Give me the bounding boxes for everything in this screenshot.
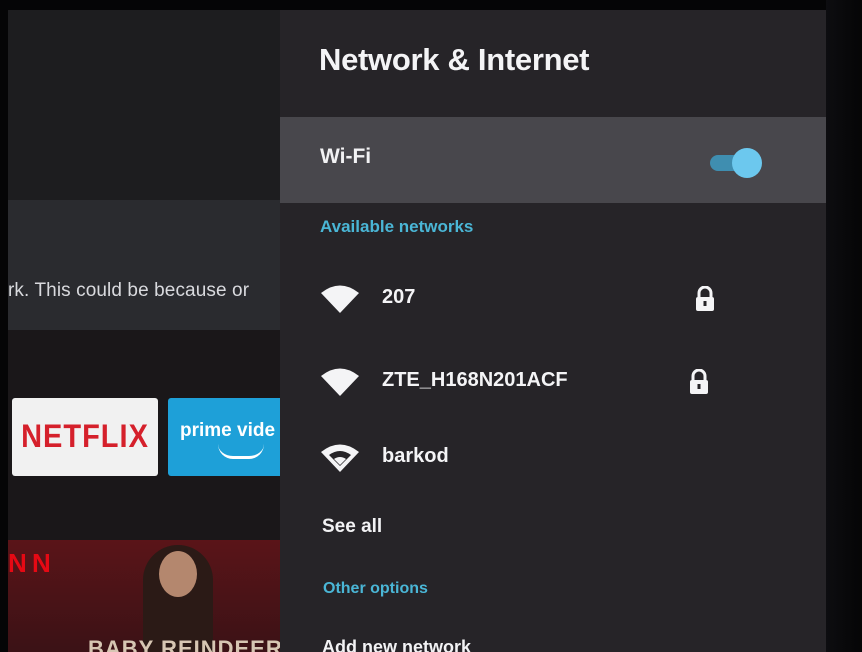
network-name: barkod xyxy=(382,445,449,467)
network-name: ZTE_H168N201ACF xyxy=(382,369,568,391)
show-poster[interactable]: N N BABY REINDEER xyxy=(8,540,308,652)
add-new-network-button[interactable]: Add new network xyxy=(322,637,471,652)
wifi-full-icon xyxy=(321,285,359,313)
prime-smile-icon xyxy=(218,444,264,459)
see-all-networks-button[interactable]: See all xyxy=(322,516,382,538)
home-notice-banner xyxy=(8,200,308,330)
wifi-label: Wi-Fi xyxy=(320,145,372,168)
wifi-toggle-switch[interactable] xyxy=(708,148,762,178)
lock-icon xyxy=(696,286,714,311)
available-networks-header: Available networks xyxy=(320,217,474,236)
page-title: Network & Internet xyxy=(319,42,590,77)
netflix-app-tile[interactable]: NETFLIX xyxy=(12,398,158,476)
wifi-full-icon xyxy=(321,368,359,396)
lock-icon xyxy=(690,369,708,394)
netflix-logo: NETFLIX xyxy=(21,418,149,455)
home-hero-area xyxy=(8,10,308,200)
tv-bezel-right xyxy=(826,0,862,652)
network-item-207[interactable]: 207 xyxy=(320,278,760,318)
netflix-n-badge: N xyxy=(8,548,27,578)
network-item-zte[interactable]: ZTE_H168N201ACF xyxy=(320,361,760,401)
other-options-header: Other options xyxy=(323,580,428,597)
home-notice-text: rk. This could be because or xyxy=(8,280,250,301)
wifi-outline-icon xyxy=(321,444,359,472)
network-item-barkod[interactable]: barkod xyxy=(320,437,760,477)
toggle-knob xyxy=(732,148,762,178)
prime-video-logo: prime vide xyxy=(180,420,276,441)
network-name: 207 xyxy=(382,286,416,308)
netflix-n-badge: N xyxy=(32,548,51,578)
tv-bezel-left xyxy=(0,0,8,652)
tv-bezel-top xyxy=(0,0,862,10)
wifi-toggle-row[interactable]: Wi-Fi xyxy=(280,117,826,203)
poster-title: BABY REINDEER xyxy=(88,636,283,652)
network-settings-panel: Network & Internet Wi-Fi Available netwo… xyxy=(280,10,826,652)
